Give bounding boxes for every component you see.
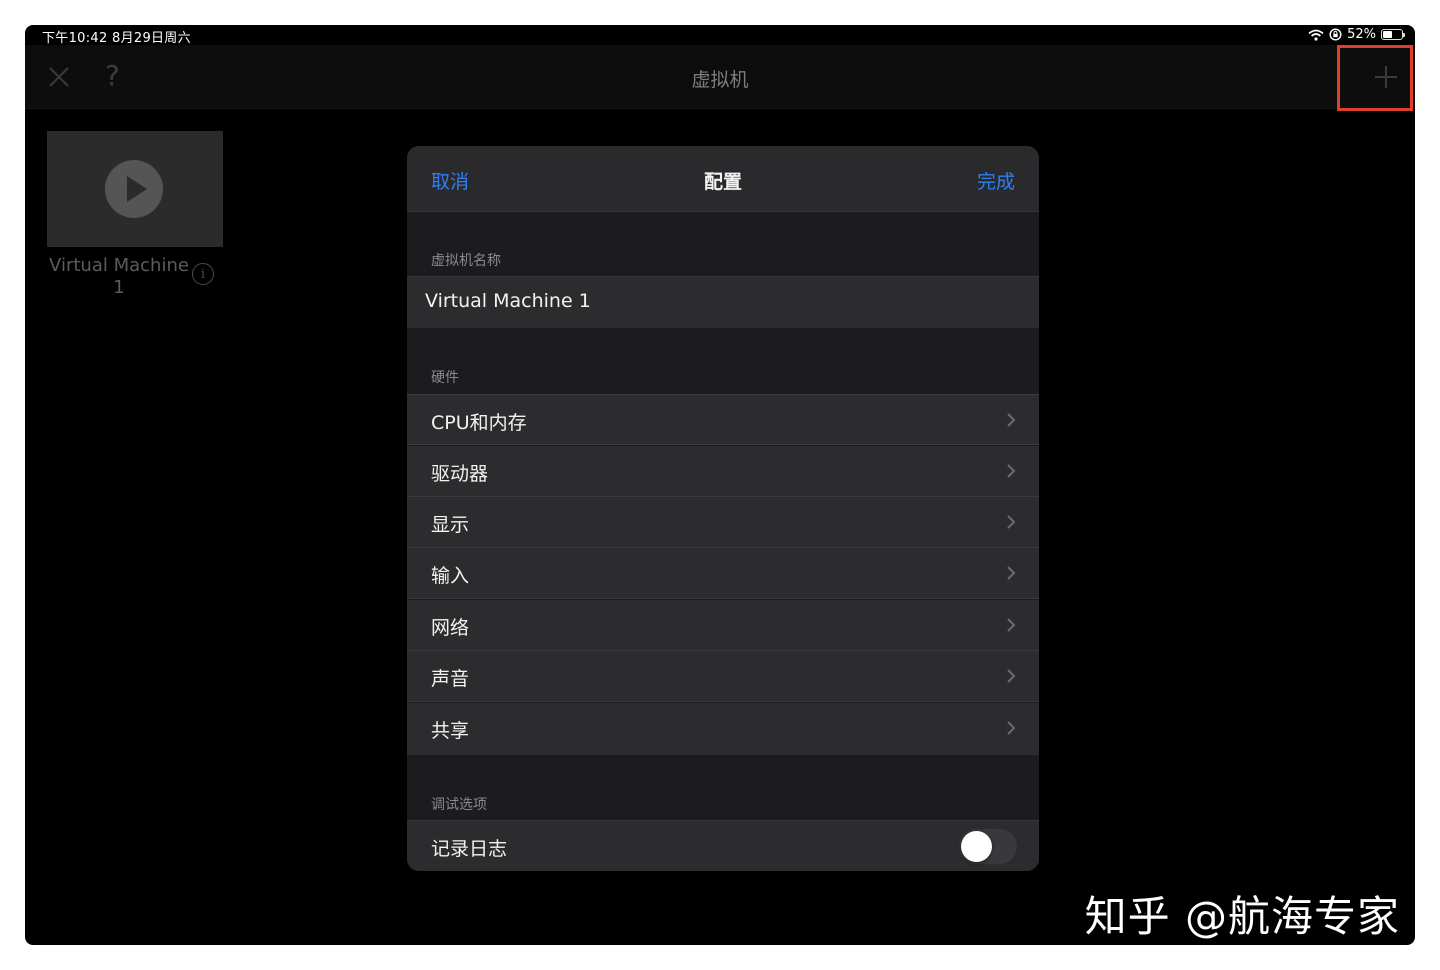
status-bar: 下午10:42 8月29日周六 52% (25, 25, 1415, 46)
done-button[interactable]: 完成 (977, 167, 1015, 194)
status-time: 下午10:42 8月29日周六 (42, 31, 191, 46)
battery-level-fill (1383, 31, 1393, 38)
hardware-item-display[interactable]: 显示 (407, 497, 1039, 548)
info-icon[interactable]: i (192, 263, 214, 285)
ipad-screen: 下午10:42 8月29日周六 52% ? 虚拟机 Virtual Machin… (25, 25, 1415, 945)
section-label-vm-name: 虚拟机名称 (431, 253, 501, 269)
hardware-item-cpu-memory[interactable]: CPU和内存 (407, 394, 1039, 445)
hardware-item-drives[interactable]: 驱动器 (407, 446, 1039, 497)
chevron-right-icon (1007, 721, 1016, 735)
battery-percent: 52% (1347, 27, 1376, 42)
chevron-right-icon (1007, 464, 1016, 478)
vm-name: Virtual Machine 1 (49, 255, 189, 298)
watermark: 知乎 @航海专家 (1084, 892, 1400, 941)
section-label-hardware: 硬件 (431, 370, 459, 386)
hardware-item-network[interactable]: 网络 (407, 600, 1039, 651)
chevron-right-icon (1007, 566, 1016, 580)
chevron-right-icon (1007, 515, 1016, 529)
hardware-item-sharing[interactable]: 共享 (407, 703, 1039, 755)
hardware-item-label: 共享 (431, 720, 470, 742)
debug-log-toggle[interactable] (959, 829, 1017, 864)
sheet-header: 取消 配置 完成 (407, 146, 1039, 212)
battery-cap (1403, 33, 1405, 37)
cancel-button[interactable]: 取消 (431, 167, 469, 194)
sheet-title: 配置 (703, 171, 742, 193)
hardware-item-label: CPU和内存 (431, 412, 527, 434)
hardware-item-label: 声音 (431, 668, 470, 690)
add-button-highlight (1337, 45, 1413, 111)
chevron-right-icon (1007, 413, 1016, 427)
hardware-item-label: 网络 (431, 617, 470, 639)
chevron-right-icon (1007, 618, 1016, 632)
play-icon[interactable] (105, 160, 163, 218)
config-sheet: 取消 配置 完成 虚拟机名称 硬件 CPU和内存 驱动器 显示 输入 网络 (407, 146, 1039, 871)
hardware-item-label: 驱动器 (431, 463, 489, 485)
debug-log-row: 记录日志 (407, 820, 1039, 871)
vm-name-input[interactable] (425, 290, 1015, 312)
section-label-debug: 调试选项 (431, 797, 487, 813)
battery-icon (1381, 29, 1405, 40)
page-title: 虚拟机 (691, 69, 749, 91)
navigation-bar: ? 虚拟机 (25, 45, 1415, 109)
hardware-item-label: 输入 (431, 565, 470, 587)
toggle-knob (961, 831, 992, 862)
orientation-lock-icon (1329, 28, 1342, 41)
hardware-item-input[interactable]: 输入 (407, 548, 1039, 599)
hardware-item-sound[interactable]: 声音 (407, 651, 1039, 702)
hardware-item-label: 显示 (431, 514, 470, 536)
vm-thumbnail[interactable] (47, 131, 223, 247)
play-triangle (127, 176, 147, 202)
status-indicators: 52% (1308, 27, 1405, 42)
debug-log-label: 记录日志 (431, 838, 508, 860)
wifi-icon (1308, 29, 1324, 41)
chevron-right-icon (1007, 669, 1016, 683)
vm-name-row (407, 276, 1039, 328)
vm-card[interactable]: Virtual Machine 1 i (47, 131, 223, 299)
